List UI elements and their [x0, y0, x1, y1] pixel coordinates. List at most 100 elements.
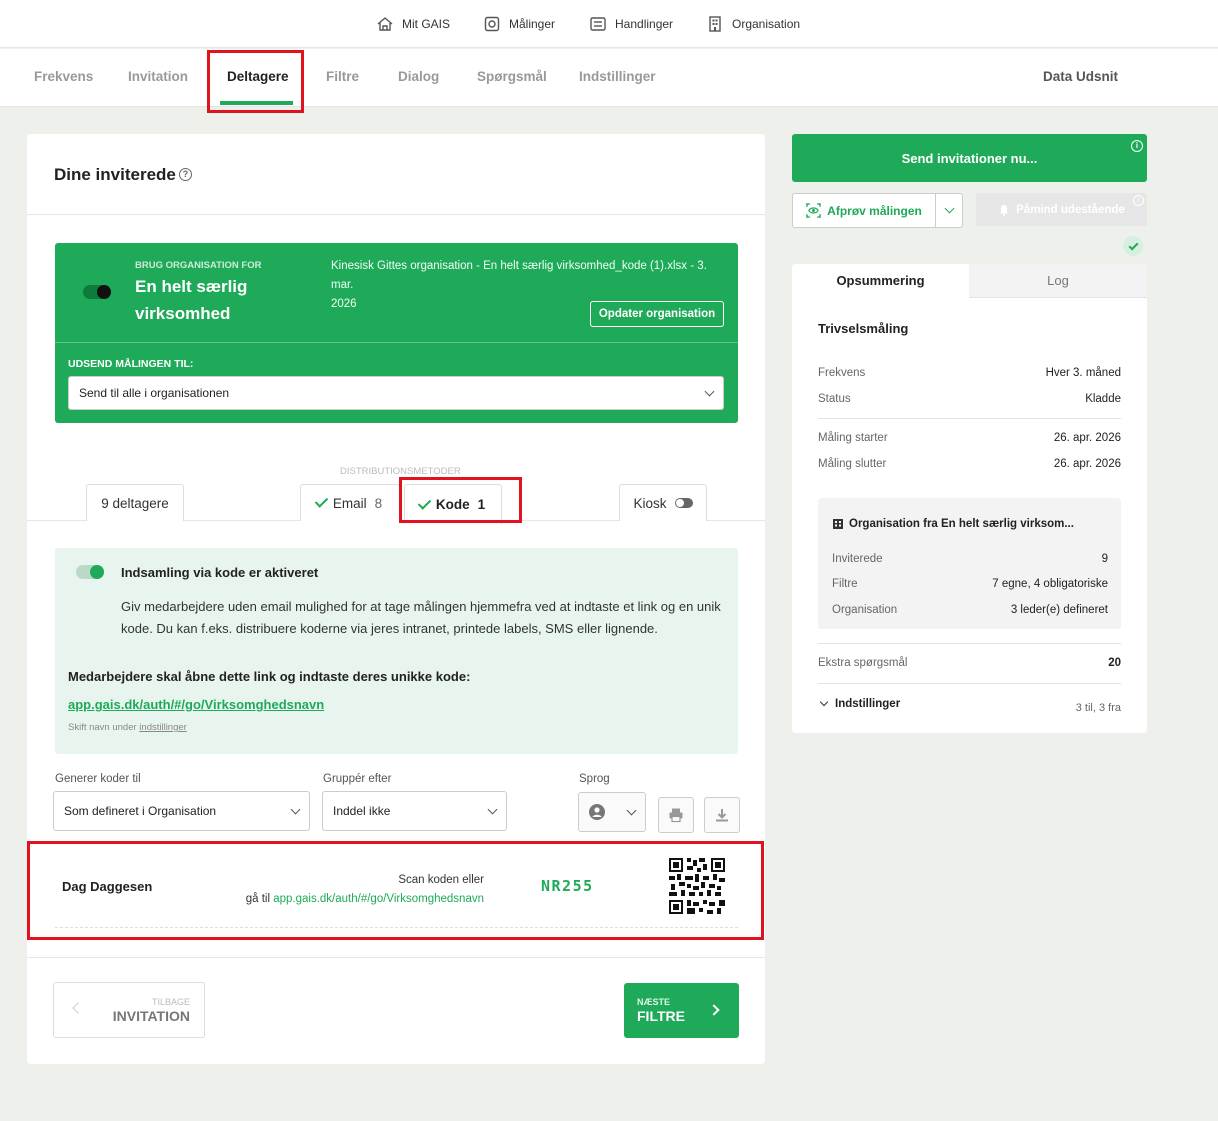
chevron-down-icon — [819, 697, 829, 707]
tab-frekvens[interactable]: Frekvens — [34, 69, 93, 84]
settings-label: Indstillinger — [835, 698, 901, 710]
chevron-right-icon — [708, 1004, 720, 1016]
description-line1: Giv medarbejdere uden email mulighed for… — [121, 599, 721, 614]
send-invitations-button[interactable]: Send invitationer nu... — [792, 134, 1147, 182]
tab-dialog[interactable]: Dialog — [398, 69, 439, 84]
nav-label: Handlinger — [615, 17, 674, 31]
tab-email[interactable]: Email 8 — [300, 484, 400, 521]
file-info-line1: Kinesisk Gittes organisation - En helt s… — [331, 260, 707, 291]
chevron-down-icon — [626, 805, 637, 815]
row-value: 26. apr. 2026 — [1053, 458, 1121, 470]
highlight-code-tab — [399, 477, 522, 523]
chevron-down-icon — [290, 804, 301, 814]
rename-hint: Skift navn under indstillinger — [68, 722, 187, 733]
tab-indstillinger[interactable]: Indstillinger — [579, 69, 656, 84]
print-button[interactable] — [658, 797, 694, 833]
row-value: 9 — [1101, 553, 1108, 565]
org-name-line1: En helt særlig — [135, 277, 248, 296]
test-survey-button[interactable]: Afprøv målingen — [793, 194, 935, 227]
generate-codes-select[interactable]: Som defineret i Organisation — [53, 791, 310, 831]
tab-participants[interactable]: 9 deltagere — [86, 484, 184, 521]
group-by-select[interactable]: Inddel ikke — [322, 791, 507, 831]
download-button[interactable] — [704, 797, 740, 833]
goto-line: gå til app.gais.dk/auth/#/go/Virksomghed… — [200, 890, 484, 909]
group-value: Inddel ikke — [333, 804, 391, 818]
row-label: Frekvens — [818, 367, 866, 379]
nav-mit-gais[interactable]: Mit GAIS — [376, 13, 450, 35]
building-icon — [833, 519, 843, 529]
info-icon[interactable]: i — [1131, 140, 1143, 152]
row-value: 26. apr. 2026 — [1053, 432, 1121, 444]
settings-summary: 3 til, 3 fra — [1075, 702, 1121, 714]
nav-malinger[interactable]: Målinger — [483, 13, 555, 35]
divider — [55, 342, 738, 343]
print-icon — [669, 808, 683, 823]
back-small-label: TILBAGE — [151, 997, 190, 1007]
download-icon — [716, 809, 728, 822]
code-collection-description: Giv medarbejdere uden email mulighed for… — [121, 596, 731, 640]
next-big-label: FILTRE — [637, 1008, 685, 1024]
nav-organisation[interactable]: Organisation — [706, 13, 800, 35]
organisation-box: BRUG ORGANISATION FOR En helt særlig vir… — [55, 243, 738, 423]
divider — [55, 927, 738, 928]
back-big-label: INVITATION — [112, 1008, 190, 1024]
chevron-down-icon — [944, 203, 954, 214]
step-tabs: Frekvens Invitation Deltagere Filtre Dia… — [0, 49, 1218, 107]
row-label: Måling slutter — [818, 458, 887, 470]
update-organisation-button[interactable]: Opdater organisation — [590, 301, 724, 327]
extra-questions-label: Ekstra spørgsmål — [818, 657, 908, 669]
send-to-select[interactable]: Send til alle i organisationen — [68, 376, 724, 410]
next-small-label: NÆSTE — [637, 997, 671, 1007]
divider — [818, 418, 1121, 419]
survey-name: Trivselsmåling — [818, 321, 909, 336]
tab-sporgsmal[interactable]: Spørgsmål — [477, 69, 547, 84]
extra-questions-value: 20 — [1108, 657, 1121, 669]
remind-button[interactable]: Påmind udestående — [976, 193, 1147, 226]
org-panel-title: Organisation fra En helt særlig virksom.… — [849, 518, 1074, 530]
tab-filtre[interactable]: Filtre — [326, 69, 359, 84]
description-line2: kode. Du kan f.eks. distribuere koderne … — [121, 621, 658, 636]
row-label: Status — [818, 393, 851, 405]
language-select[interactable] — [578, 792, 646, 832]
participant-name: Dag Daggesen — [62, 879, 153, 894]
user-icon — [589, 804, 605, 820]
top-navigation: Mit GAIS Målinger Handlinger Organisatio… — [0, 0, 1218, 48]
code-collection-toggle[interactable] — [76, 565, 104, 579]
scan-text: Scan koden eller — [398, 874, 484, 886]
qr-code-icon — [669, 858, 725, 914]
test-survey-dropdown[interactable] — [936, 194, 962, 227]
help-icon[interactable]: ? — [179, 168, 192, 181]
language-label: Sprog — [579, 773, 610, 785]
nav-label: Organisation — [732, 17, 801, 31]
use-organisation-toggle[interactable] — [83, 285, 111, 299]
info-icon[interactable]: i — [1133, 195, 1144, 206]
back-button[interactable]: TILBAGE INVITATION — [53, 982, 205, 1038]
settings-link[interactable]: indstillinger — [139, 722, 187, 733]
row-label: Filtre — [832, 578, 858, 590]
nav-handlinger[interactable]: Handlinger — [589, 13, 673, 35]
link-heading: Medarbejdere skal åbne dette link og ind… — [68, 669, 471, 684]
settings-toggle[interactable]: Indstillinger — [819, 697, 901, 710]
tab-invitation[interactable]: Invitation — [128, 69, 188, 84]
participant-code: NR255 — [541, 877, 594, 895]
survey-link[interactable]: app.gais.dk/auth/#/go/Virksomghedsnavn — [68, 697, 324, 712]
row-value: Hver 3. måned — [1045, 367, 1121, 379]
home-icon — [377, 17, 393, 31]
divider — [27, 214, 765, 215]
row-value: 3 leder(e) defineret — [1010, 604, 1108, 616]
participants-label: 9 deltagere — [101, 495, 169, 511]
divider — [818, 683, 1121, 684]
send-to-value: Send til alle i organisationen — [79, 386, 230, 400]
tab-summary[interactable]: Opsummering — [792, 273, 969, 288]
chevron-left-icon — [72, 1002, 84, 1014]
next-button[interactable]: NÆSTE FILTRE — [624, 983, 739, 1038]
chevron-down-icon — [704, 386, 715, 396]
tab-log[interactable]: Log — [969, 273, 1147, 288]
generate-label: Generer koder til — [55, 773, 141, 785]
data-udsnit-link[interactable]: Data Udsnit — [1043, 69, 1118, 84]
send-to-label: UDSEND MÅLINGEN TIL: — [68, 358, 194, 370]
tab-kiosk[interactable]: Kiosk — [619, 484, 707, 521]
building-icon — [709, 16, 721, 32]
goto-link[interactable]: app.gais.dk/auth/#/go/Virksomghedsnavn — [273, 893, 484, 905]
kiosk-toggle[interactable] — [674, 498, 693, 508]
